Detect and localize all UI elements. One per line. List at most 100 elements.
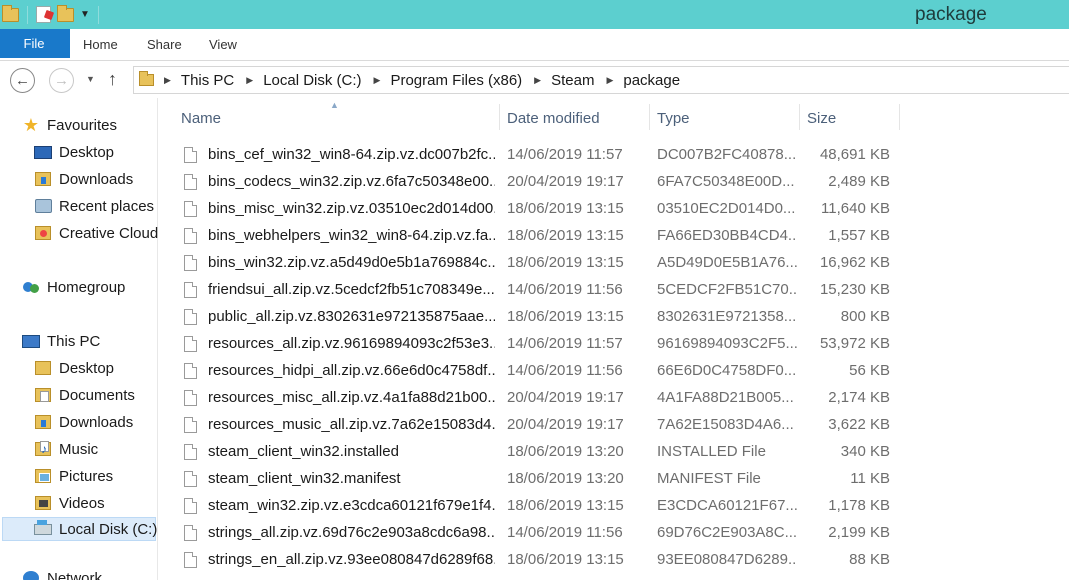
nav-label: Creative Cloud	[59, 224, 159, 242]
folder-icon	[139, 71, 154, 86]
chevron-right-icon[interactable]: ▶	[246, 75, 253, 86]
tab-share[interactable]: Share	[147, 37, 182, 52]
file-row[interactable]: friendsui_all.zip.vz.5cedcf2fb51c708349e…	[176, 277, 896, 304]
tab-file[interactable]: File	[0, 29, 70, 58]
column-header-type[interactable]: Type	[657, 110, 690, 127]
file-row[interactable]: strings_en_all.zip.vz.93ee080847d6289f68…	[176, 547, 896, 574]
breadcrumb-package[interactable]: package	[623, 72, 680, 89]
file-date-modified: 18/06/2019 13:15	[507, 308, 624, 325]
file-size: 2,174 KB	[828, 389, 890, 406]
nav-this-pc-music[interactable]: Music	[34, 437, 98, 461]
file-name: resources_music_all.zip.vz.7a62e15083d4.…	[208, 416, 495, 433]
file-row[interactable]: resources_music_all.zip.vz.7a62e15083d4.…	[176, 412, 896, 439]
file-date-modified: 20/04/2019 19:17	[507, 416, 624, 433]
file-type: 7A62E15083D4A6...	[657, 416, 794, 433]
file-name: strings_all.zip.vz.69d76c2e903a8cdc6a98.…	[208, 524, 495, 541]
file-date-modified: 14/06/2019 11:57	[507, 335, 623, 352]
column-header-size[interactable]: Size	[807, 110, 836, 127]
quick-access-toolbar: ▼	[0, 3, 101, 26]
file-icon	[184, 498, 197, 514]
file-icon	[184, 363, 197, 379]
nav-this-pc[interactable]: This PC	[22, 329, 100, 353]
file-row[interactable]: steam_client_win32.installed 18/06/2019 1…	[176, 439, 896, 466]
column-divider[interactable]	[799, 104, 800, 130]
file-row[interactable]: bins_misc_win32.zip.vz.03510ec2d014d00..…	[176, 196, 896, 223]
network-icon	[22, 570, 40, 580]
file-row[interactable]: bins_webhelpers_win32_win8-64.zip.vz.fa.…	[176, 223, 896, 250]
desktop-icon	[34, 144, 52, 160]
nav-label: Desktop	[59, 143, 115, 161]
nav-this-pc-videos[interactable]: Videos	[34, 491, 105, 515]
nav-label: Recent places	[59, 197, 155, 215]
nav-homegroup[interactable]: Homegroup	[22, 275, 125, 299]
file-date-modified: 18/06/2019 13:15	[507, 200, 624, 217]
nav-favourites-desktop[interactable]: Desktop	[34, 140, 114, 164]
file-type: 69D76C2E903A8C...	[657, 524, 797, 541]
tab-view[interactable]: View	[209, 37, 237, 52]
breadcrumb-local-disk[interactable]: Local Disk (C:)	[263, 72, 361, 89]
nav-favourites[interactable]: ★ Favourites	[22, 113, 117, 137]
file-date-modified: 20/04/2019 19:17	[507, 173, 624, 190]
column-divider[interactable]	[649, 104, 650, 130]
chevron-right-icon[interactable]: ▶	[534, 75, 541, 86]
file-date-modified: 18/06/2019 13:20	[507, 470, 624, 487]
file-row[interactable]: public_all.zip.vz.8302631e972135875aae..…	[176, 304, 896, 331]
chevron-right-icon[interactable]: ▶	[374, 75, 381, 86]
nav-this-pc-documents[interactable]: Documents	[34, 383, 135, 407]
nav-label: Pictures	[59, 467, 114, 485]
column-divider[interactable]	[499, 104, 500, 130]
tab-home[interactable]: Home	[83, 37, 118, 52]
file-size: 15,230 KB	[819, 281, 890, 298]
file-row[interactable]: bins_codecs_win32.zip.vz.6fa7c50348e00..…	[176, 169, 896, 196]
recent-locations-dropdown[interactable]: ▼	[86, 74, 95, 84]
nav-this-pc-desktop[interactable]: Desktop	[34, 356, 114, 380]
nav-network[interactable]: Network	[22, 570, 102, 580]
nav-favourites-creative-cloud[interactable]: Creative Cloud	[34, 221, 158, 245]
chevron-right-icon[interactable]: ▶	[606, 75, 613, 86]
nav-this-pc-downloads[interactable]: Downloads	[34, 410, 133, 434]
file-name: strings_en_all.zip.vz.93ee080847d6289f68…	[208, 551, 495, 568]
file-name: friendsui_all.zip.vz.5cedcf2fb51c708349e…	[208, 281, 495, 298]
file-row[interactable]: bins_cef_win32_win8-64.zip.vz.dc007b2fc.…	[176, 142, 896, 169]
folder-icon[interactable]	[2, 4, 19, 22]
ribbon: File Home Share View	[0, 29, 1069, 61]
file-name: bins_webhelpers_win32_win8-64.zip.vz.fa.…	[208, 227, 495, 244]
toolbar-separator	[27, 5, 28, 24]
file-name: bins_cef_win32_win8-64.zip.vz.dc007b2fc.…	[208, 146, 495, 163]
nav-label: Local Disk (C:)	[59, 520, 158, 538]
breadcrumb-steam[interactable]: Steam	[551, 72, 594, 89]
file-row[interactable]: bins_win32.zip.vz.a5d49d0e5b1a769884c...…	[176, 250, 896, 277]
new-folder-icon[interactable]	[57, 4, 74, 22]
nav-this-pc-local-disk[interactable]: Local Disk (C:)	[2, 517, 158, 541]
file-row[interactable]: steam_win32.zip.vz.e3cdca60121f679e1f4..…	[176, 493, 896, 520]
file-row[interactable]: resources_misc_all.zip.vz.4a1fa88d21b00.…	[176, 385, 896, 412]
file-type: 66E6D0C4758DF0...	[657, 362, 797, 379]
toolbar-separator	[97, 5, 99, 24]
up-button[interactable]: ↑	[108, 69, 117, 90]
customize-toolbar-icon[interactable]: ▼	[80, 9, 90, 20]
breadcrumb-this-pc[interactable]: This PC	[181, 72, 234, 89]
file-row[interactable]: resources_hidpi_all.zip.vz.66e6d0c4758df…	[176, 358, 896, 385]
breadcrumb-program-files[interactable]: Program Files (x86)	[390, 72, 522, 89]
creative-cloud-icon	[34, 225, 52, 241]
file-list: ▲ Name Date modified Type Size bins_cef_…	[158, 98, 1069, 580]
file-size: 340 KB	[840, 443, 890, 460]
column-header-date-modified[interactable]: Date modified	[507, 110, 600, 127]
file-type: INSTALLED File	[657, 443, 766, 460]
forward-button[interactable]: →	[49, 68, 74, 93]
chevron-right-icon[interactable]: ▶	[164, 75, 171, 86]
nav-favourites-downloads[interactable]: Downloads	[34, 167, 133, 191]
column-header-name[interactable]: Name	[181, 110, 221, 127]
file-row[interactable]: strings_all.zip.vz.69d76c2e903a8cdc6a98.…	[176, 520, 896, 547]
file-row[interactable]: resources_all.zip.vz.96169894093c2f53e3.…	[176, 331, 896, 358]
nav-favourites-recent-places[interactable]: Recent places	[34, 194, 154, 218]
file-row[interactable]: steam_client_win32.manifest 18/06/2019 13…	[176, 466, 896, 493]
music-folder-icon	[34, 441, 52, 457]
file-icon	[184, 417, 197, 433]
address-bar[interactable]: ▶ This PC ▶ Local Disk (C:) ▶ Program Fi…	[133, 66, 1069, 94]
file-type: 03510EC2D014D0...	[657, 200, 796, 217]
back-button[interactable]: ←	[10, 68, 35, 93]
properties-icon[interactable]	[36, 6, 51, 23]
column-divider[interactable]	[899, 104, 900, 130]
nav-this-pc-pictures[interactable]: Pictures	[34, 464, 113, 488]
